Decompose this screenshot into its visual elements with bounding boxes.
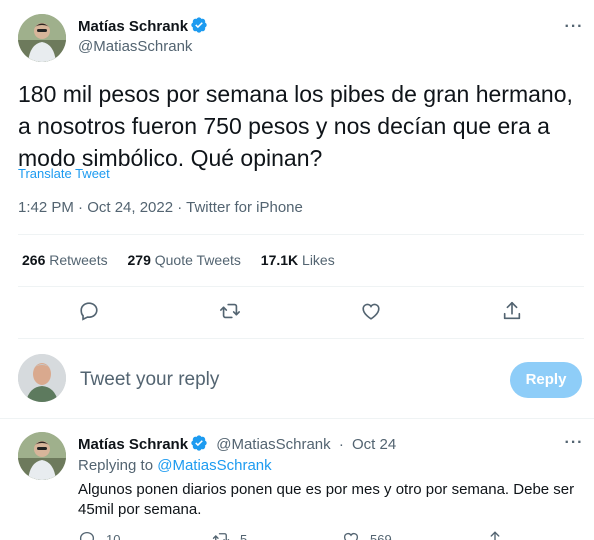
author-name[interactable]: Matías Schrank	[78, 18, 188, 35]
author-avatar[interactable]	[18, 14, 66, 62]
tweet-text: 180 mil pesos por semana los pibes de gr…	[18, 81, 573, 171]
reply-author-avatar[interactable]	[18, 432, 66, 480]
quotes-label: Quote Tweets	[154, 252, 241, 268]
divider	[18, 286, 584, 287]
replying-to: Replying to @MatiasSchrank	[78, 457, 272, 474]
reply-retweets-action[interactable]: 5	[212, 530, 247, 540]
more-options-icon[interactable]: ···	[560, 435, 588, 456]
retweets-label: Retweets	[49, 252, 108, 268]
reply-replies-action[interactable]: 10	[78, 530, 120, 540]
likes-count: 17.1K	[260, 252, 299, 268]
tweet-stats: 266 Retweets 279 Quote Tweets 17.1K Like…	[22, 252, 351, 268]
reply-share-action[interactable]	[486, 530, 514, 540]
retweet-icon	[212, 533, 230, 540]
reply-likes-count: 569	[370, 532, 392, 540]
reply-retweets-count: 5	[240, 532, 248, 540]
heart-icon	[343, 532, 359, 540]
reply-date[interactable]: Oct 24	[352, 436, 396, 453]
likes-label: Likes	[302, 252, 335, 268]
replying-prefix: Replying to	[78, 457, 154, 474]
tweet-timestamp[interactable]: 1:42 PM · Oct 24, 2022 · Twitter for iPh…	[18, 199, 303, 216]
verified-badge-icon	[190, 16, 208, 34]
replying-to-handle[interactable]: @MatiasSchrank	[157, 457, 271, 474]
retweets-stat[interactable]: 266 Retweets	[22, 252, 108, 268]
retweets-count: 266	[22, 252, 46, 268]
author-name-row[interactable]: Matías Schrank	[78, 16, 208, 36]
separator: ·	[338, 436, 344, 453]
reply-author-name[interactable]: Matías Schrank	[78, 436, 188, 453]
reply-replies-count: 10	[106, 532, 121, 540]
retweet-icon[interactable]	[217, 298, 243, 324]
current-user-avatar[interactable]	[18, 354, 66, 402]
divider	[18, 234, 584, 235]
translate-tweet-link[interactable]: Translate Tweet	[18, 166, 110, 181]
reply-likes-action[interactable]: 569	[342, 530, 392, 540]
reply-icon[interactable]	[76, 298, 102, 324]
share-icon[interactable]	[499, 298, 525, 324]
reply-text: Algunos ponen diarios ponen que es por m…	[78, 481, 575, 518]
author-handle[interactable]: @MatiasSchrank	[78, 38, 192, 55]
heart-icon[interactable]	[358, 298, 384, 324]
verified-badge-icon	[190, 434, 208, 452]
reply-author-handle[interactable]: @MatiasSchrank	[216, 436, 330, 453]
more-options-icon[interactable]: ···	[560, 19, 588, 40]
reply-input[interactable]: Tweet your reply	[80, 369, 219, 391]
likes-stat[interactable]: 17.1K Likes	[261, 252, 335, 268]
reply-button[interactable]: Reply	[510, 362, 582, 398]
reply-icon	[79, 531, 95, 540]
divider	[18, 338, 584, 339]
reply-header: Matías Schrank @MatiasSchrank · Oct 24	[78, 434, 396, 453]
quotes-count: 279	[127, 252, 151, 268]
share-icon	[490, 531, 500, 540]
quotes-stat[interactable]: 279 Quote Tweets	[128, 252, 241, 268]
divider	[0, 418, 594, 419]
